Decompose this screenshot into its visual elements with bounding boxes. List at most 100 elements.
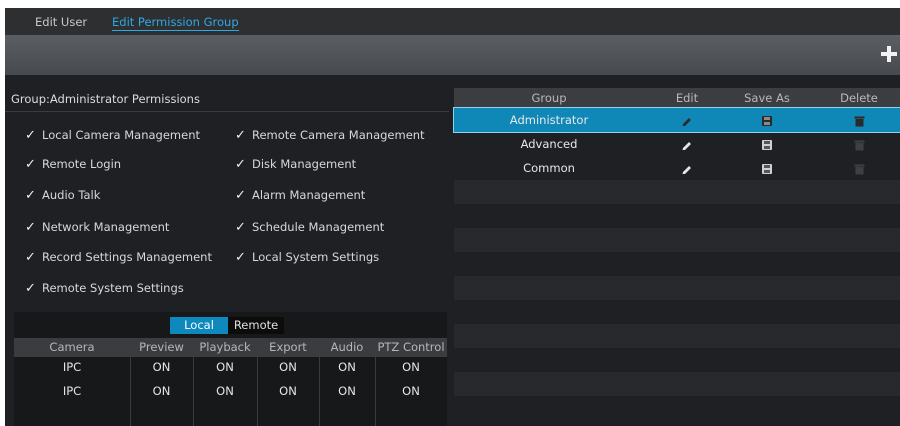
ptz-control-cell[interactable]: ON bbox=[375, 358, 447, 377]
playback-cell[interactable]: ON bbox=[193, 382, 257, 401]
permission-group-table: Group Edit Save As Delete Administrator … bbox=[453, 88, 900, 426]
permission-item[interactable]: ✓ Alarm Management bbox=[235, 188, 365, 203]
column-header-save-as[interactable]: Save As bbox=[727, 88, 807, 108]
save-as-cell bbox=[727, 132, 807, 156]
permission-label: Audio Talk bbox=[42, 188, 101, 202]
playback-cell[interactable]: ON bbox=[193, 358, 257, 377]
delete-cell bbox=[824, 132, 894, 156]
permission-item[interactable]: ✓ Local System Settings bbox=[235, 250, 379, 265]
tab-edit-user[interactable]: Edit User bbox=[35, 15, 87, 29]
toolbar bbox=[5, 35, 900, 75]
permission-item[interactable]: ✓ Remote Login bbox=[25, 157, 121, 172]
column-header-group[interactable]: Group bbox=[484, 88, 614, 108]
export-cell[interactable]: ON bbox=[257, 382, 319, 401]
table-header: Group Edit Save As Delete bbox=[454, 88, 900, 108]
permission-item[interactable]: ✓ Record Settings Management bbox=[25, 250, 212, 265]
segment-remote[interactable]: Remote bbox=[228, 317, 284, 334]
empty-row bbox=[454, 180, 900, 204]
table-row[interactable]: IPC ON ON ON ON ON bbox=[14, 382, 447, 401]
empty-row bbox=[454, 228, 900, 252]
audio-cell[interactable]: ON bbox=[319, 382, 375, 401]
segment-local[interactable]: Local bbox=[170, 317, 228, 334]
group-name-cell: Common bbox=[523, 161, 575, 175]
column-header-delete[interactable]: Delete bbox=[824, 88, 894, 108]
permission-item[interactable]: ✓ Local Camera Management bbox=[25, 128, 200, 143]
group-title: Group:Administrator Permissions bbox=[11, 92, 200, 106]
save-as-cell bbox=[727, 108, 807, 132]
permission-label: Remote Camera Management bbox=[252, 128, 425, 142]
permission-label: Local System Settings bbox=[252, 250, 380, 264]
tab-bar: Edit User Edit Permission Group bbox=[5, 8, 900, 35]
edit-cell bbox=[652, 108, 722, 132]
checkmark-icon: ✓ bbox=[235, 157, 246, 172]
checkmark-icon: ✓ bbox=[25, 250, 36, 265]
table-row[interactable]: Advanced bbox=[454, 132, 900, 156]
permission-label: Disk Management bbox=[252, 157, 357, 171]
permission-label: Remote System Settings bbox=[42, 281, 184, 295]
checkmark-icon: ✓ bbox=[235, 250, 246, 265]
trash-icon bbox=[854, 140, 864, 150]
empty-row bbox=[454, 276, 900, 300]
trash-icon[interactable] bbox=[854, 115, 865, 127]
preview-cell[interactable]: ON bbox=[130, 382, 193, 401]
table-row[interactable]: Common bbox=[454, 156, 900, 180]
save-icon[interactable] bbox=[761, 115, 773, 127]
edit-cell bbox=[652, 132, 722, 156]
table-row[interactable]: IPC ON ON ON ON ON bbox=[14, 358, 447, 377]
permission-label: Schedule Management bbox=[252, 220, 385, 234]
export-cell[interactable]: ON bbox=[257, 358, 319, 377]
checkmark-icon: ✓ bbox=[25, 157, 36, 172]
pencil-icon[interactable] bbox=[681, 163, 693, 175]
column-header-preview[interactable]: Preview bbox=[130, 338, 193, 357]
delete-cell bbox=[824, 156, 894, 180]
checkmark-icon: ✓ bbox=[235, 128, 246, 143]
tab-edit-permission-group[interactable]: Edit Permission Group bbox=[112, 15, 239, 31]
permission-label: Network Management bbox=[42, 220, 170, 234]
audio-cell[interactable]: ON bbox=[319, 358, 375, 377]
pencil-icon[interactable] bbox=[681, 139, 693, 151]
column-header-export[interactable]: Export bbox=[257, 338, 319, 357]
column-header-audio[interactable]: Audio bbox=[319, 338, 375, 357]
camera-permission-table: Local Remote Camera Preview Playback Exp… bbox=[14, 312, 447, 426]
ptz-control-cell[interactable]: ON bbox=[375, 382, 447, 401]
pencil-icon[interactable] bbox=[681, 115, 693, 127]
group-name-cell: Administrator bbox=[509, 113, 589, 127]
permission-item[interactable]: ✓ Remote System Settings bbox=[25, 281, 184, 296]
preview-cell[interactable]: ON bbox=[130, 358, 193, 377]
permission-item[interactable]: ✓ Disk Management bbox=[235, 157, 356, 172]
permission-label: Local Camera Management bbox=[42, 128, 201, 142]
group-name-cell: Advanced bbox=[520, 137, 578, 151]
permission-label: Remote Login bbox=[42, 157, 122, 171]
table-header: Camera Preview Playback Export Audio PTZ… bbox=[14, 338, 447, 357]
trash-icon bbox=[854, 164, 864, 174]
checkmark-icon: ✓ bbox=[25, 220, 36, 235]
plus-icon[interactable] bbox=[880, 45, 898, 63]
save-icon[interactable] bbox=[761, 139, 773, 151]
save-as-cell bbox=[727, 156, 807, 180]
permission-item[interactable]: ✓ Schedule Management bbox=[235, 220, 384, 235]
edit-cell bbox=[652, 156, 722, 180]
column-header-ptz-control[interactable]: PTZ Control bbox=[375, 338, 447, 357]
column-header-edit[interactable]: Edit bbox=[652, 88, 722, 108]
camera-cell: IPC bbox=[62, 384, 82, 398]
column-header-playback[interactable]: Playback bbox=[193, 338, 257, 357]
divider bbox=[5, 111, 449, 112]
checkmark-icon: ✓ bbox=[235, 188, 246, 203]
save-icon[interactable] bbox=[761, 163, 773, 175]
checkmark-icon: ✓ bbox=[235, 220, 246, 235]
permission-item[interactable]: ✓ Remote Camera Management bbox=[235, 128, 425, 143]
empty-row bbox=[454, 372, 900, 396]
empty-row bbox=[454, 324, 900, 348]
permission-label: Record Settings Management bbox=[42, 250, 212, 264]
table-row[interactable]: Administrator bbox=[453, 107, 900, 133]
delete-cell bbox=[824, 108, 894, 132]
permission-item[interactable]: ✓ Network Management bbox=[25, 220, 169, 235]
checkmark-icon: ✓ bbox=[25, 128, 36, 143]
checkmark-icon: ✓ bbox=[25, 188, 36, 203]
permission-label: Alarm Management bbox=[252, 188, 366, 202]
checkmark-icon: ✓ bbox=[25, 281, 36, 296]
column-header-camera[interactable]: Camera bbox=[14, 338, 130, 357]
permission-item[interactable]: ✓ Audio Talk bbox=[25, 188, 100, 203]
main-panel: Group:Administrator Permissions ✓ Local C… bbox=[5, 75, 900, 426]
camera-cell: IPC bbox=[62, 360, 82, 374]
